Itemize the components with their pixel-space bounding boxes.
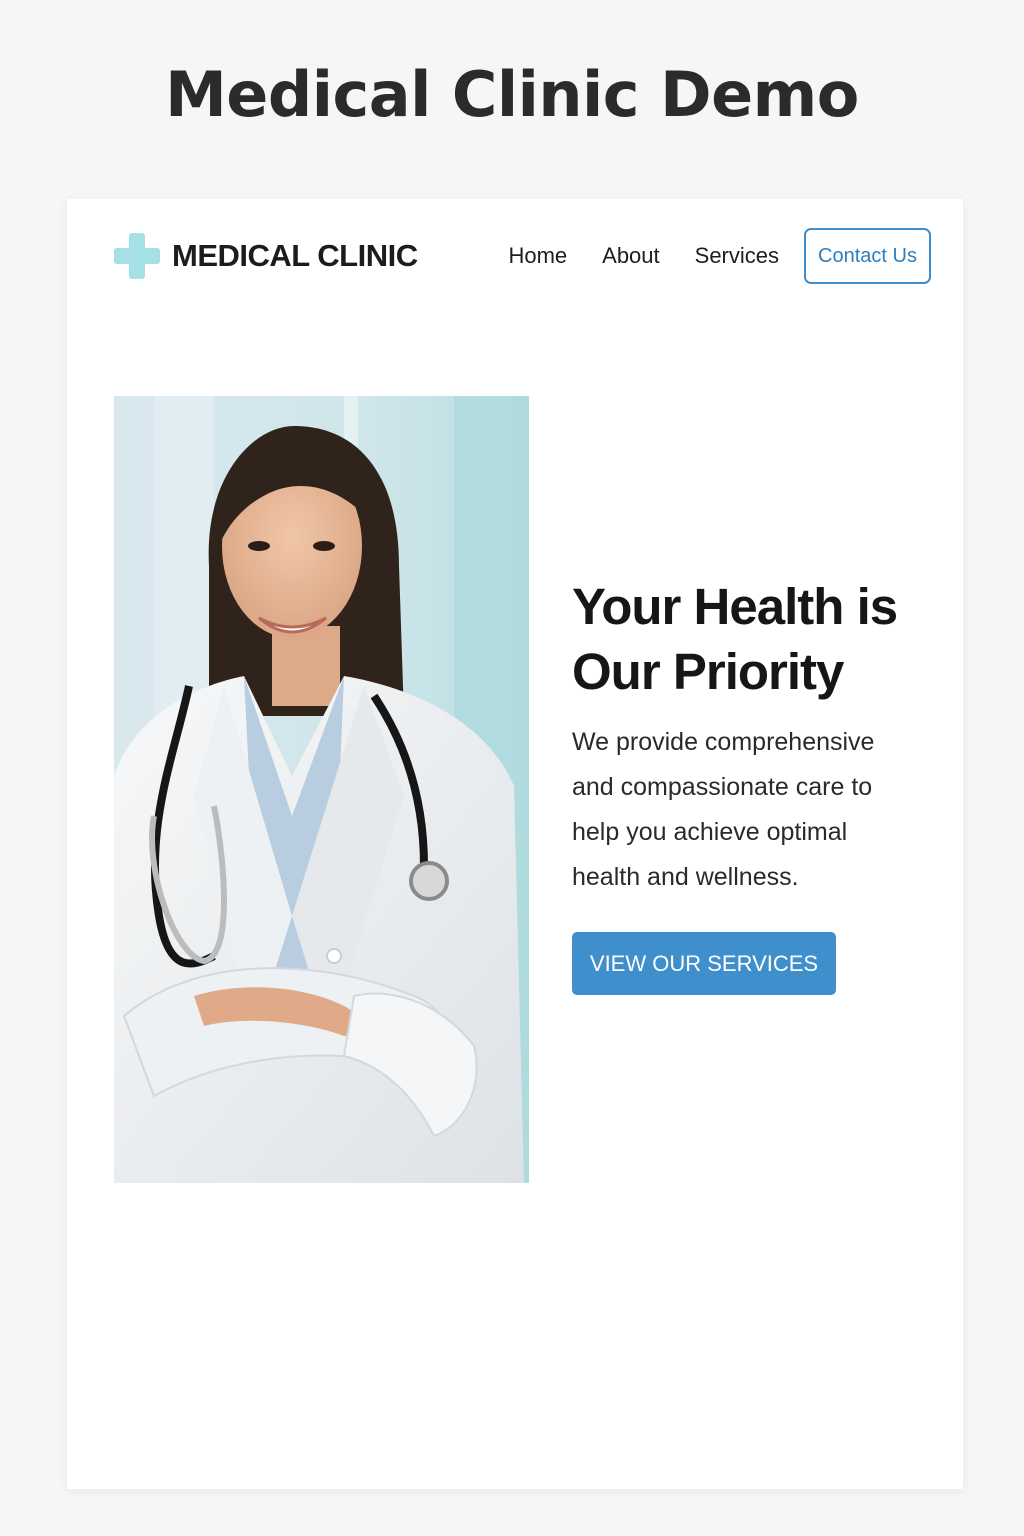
nav-services[interactable]: Services	[695, 243, 779, 269]
view-services-button[interactable]: VIEW OUR SERVICES	[572, 932, 836, 995]
logo[interactable]: MEDICAL CLINIC	[114, 233, 418, 279]
logo-text: MEDICAL CLINIC	[172, 238, 418, 273]
hero-title: Your Health is Our Priority	[572, 578, 898, 700]
contact-us-button[interactable]: Contact Us	[804, 228, 931, 284]
hero-text: Your Health is Our Priority We provide c…	[572, 574, 942, 995]
nav-about[interactable]: About	[602, 243, 660, 269]
hero-description: We provide comprehensive and compassiona…	[572, 728, 875, 891]
doctor-photo	[114, 396, 529, 1183]
main-nav: Home About Services Contact Us	[508, 228, 931, 284]
medical-cross-icon	[114, 233, 160, 279]
page-title: Medical Clinic Demo	[165, 58, 859, 131]
website-frame: MEDICAL CLINIC Home About Services Conta…	[67, 199, 963, 1489]
nav-home[interactable]: Home	[508, 243, 567, 269]
